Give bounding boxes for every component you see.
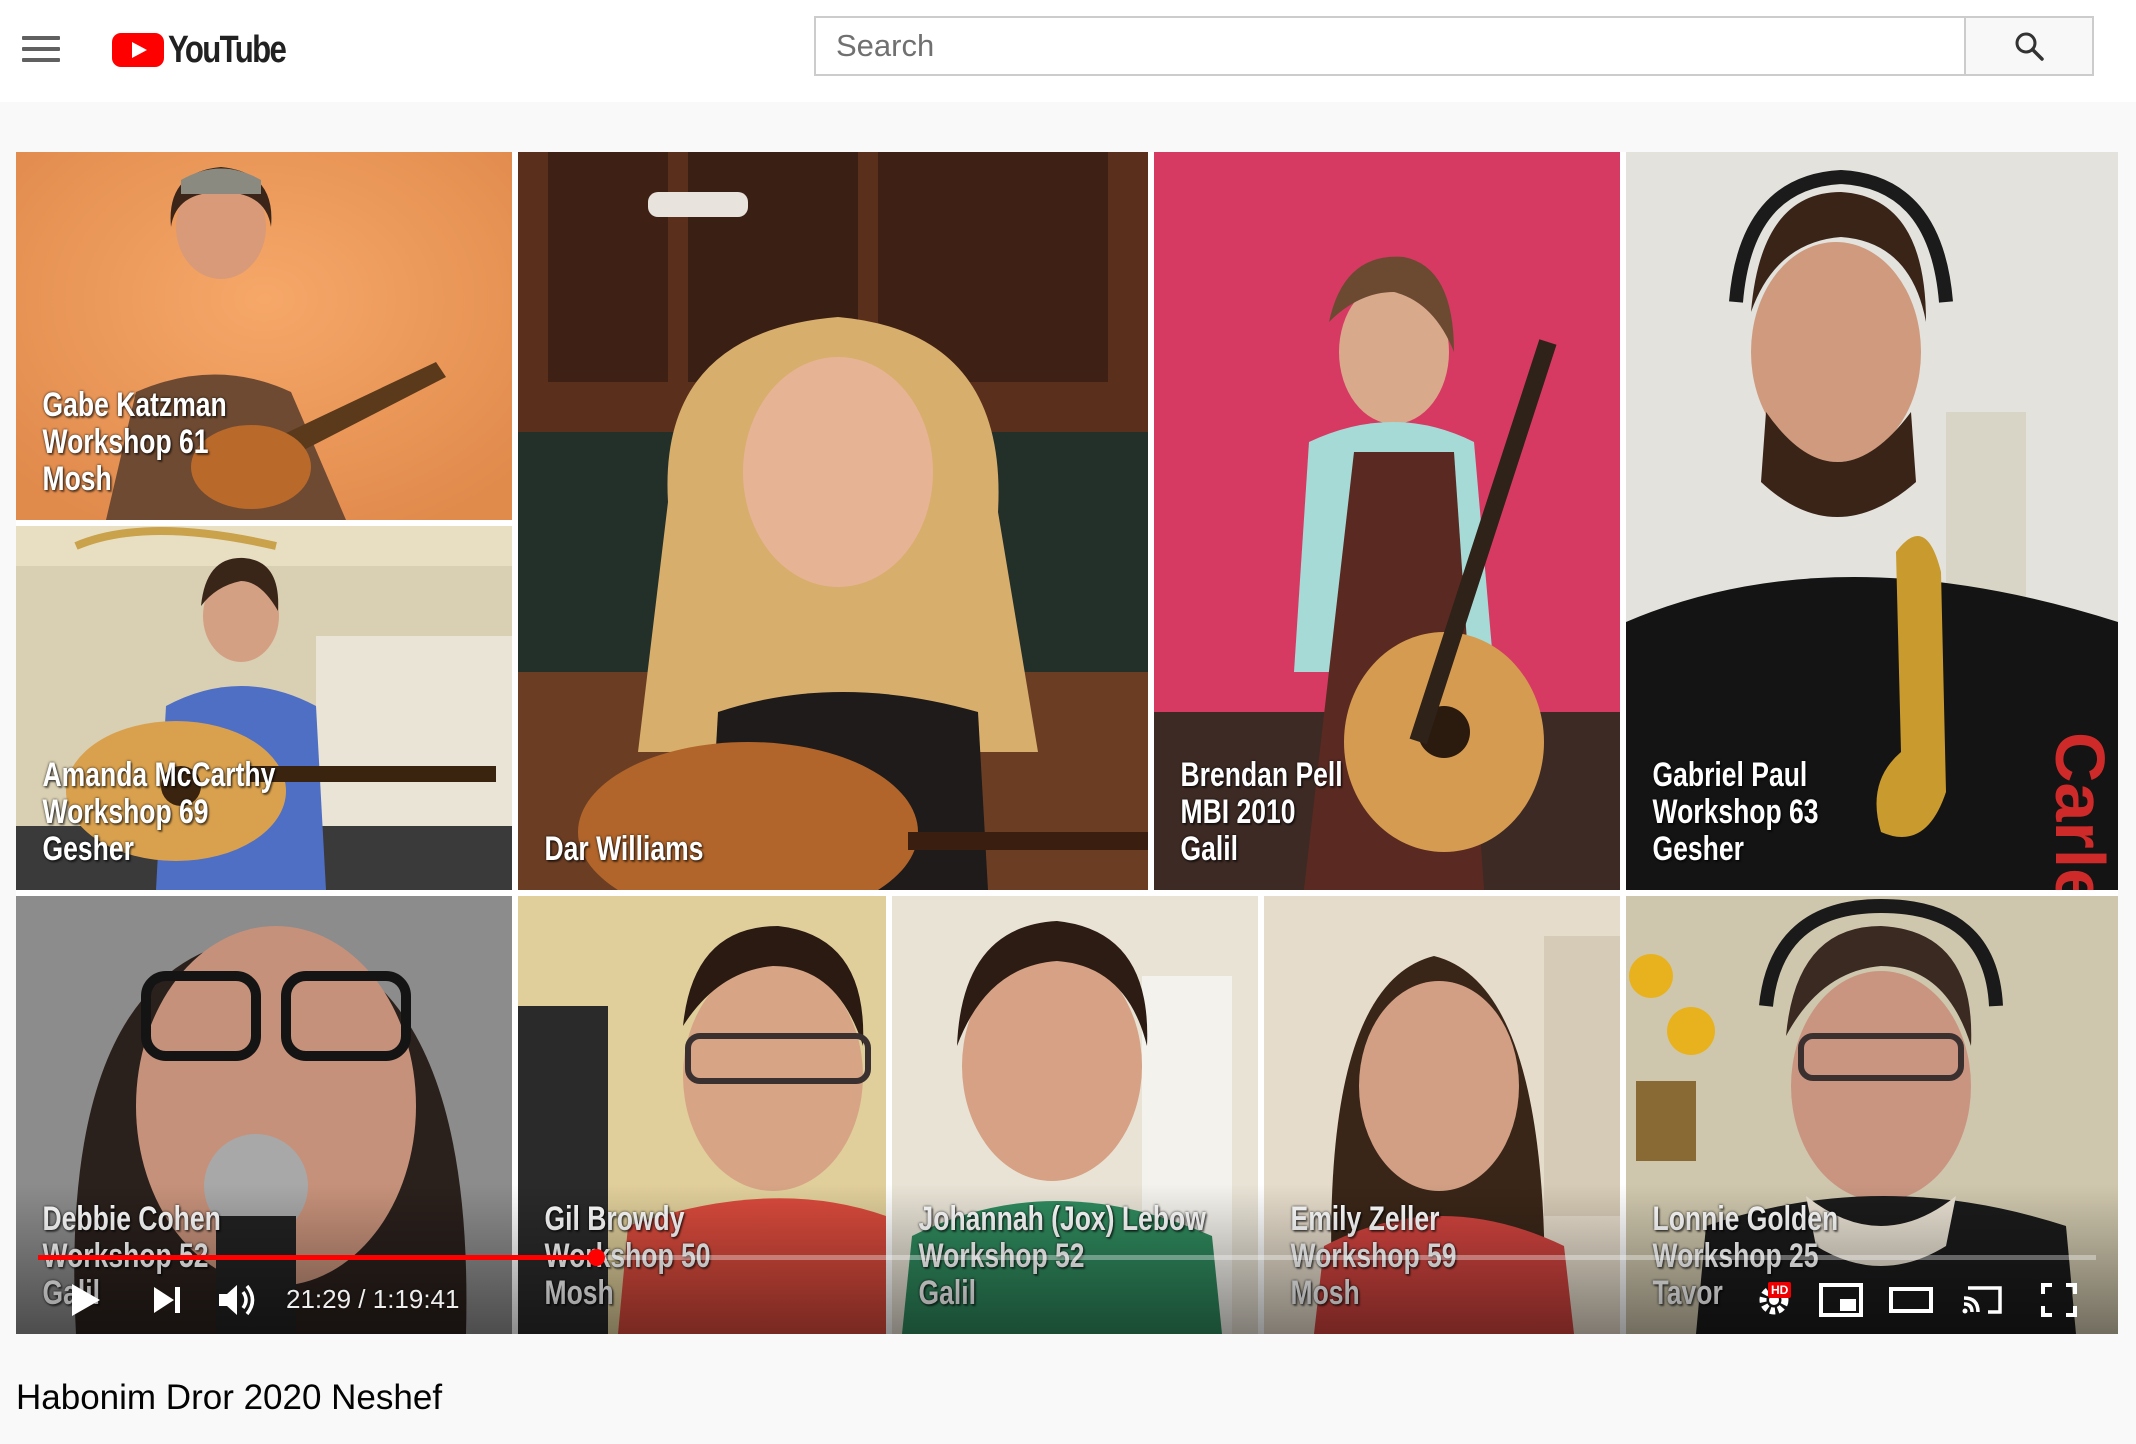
- youtube-logo[interactable]: YouTube: [112, 28, 311, 72]
- participant-tile: Emily Zeller Workshop 59 Mosh: [1264, 896, 1620, 1334]
- progress-played: [38, 1255, 596, 1260]
- progress-bar[interactable]: [38, 1249, 2096, 1266]
- cast-icon: [1962, 1286, 2002, 1314]
- participant-tile: Johannah (Jox) Lebow Workshop 52 Galil: [892, 896, 1258, 1334]
- search-button[interactable]: [1964, 16, 2094, 76]
- cast-button[interactable]: [1960, 1270, 2006, 1330]
- masthead: YouTube: [0, 0, 2136, 102]
- search-input[interactable]: [816, 18, 1964, 74]
- participant-tile: Gil Browdy Workshop 50 Mosh: [518, 896, 886, 1334]
- hd-badge: HD: [1768, 1282, 1792, 1298]
- search-box: [814, 16, 1964, 76]
- participant-tile: Amanda McCarthy Workshop 69 Gesher: [16, 526, 512, 890]
- fullscreen-button[interactable]: [2040, 1270, 2078, 1330]
- play-icon: [72, 1284, 100, 1316]
- search-icon: [2015, 32, 2044, 61]
- youtube-logo-icon: [112, 33, 164, 67]
- participant-tile: Debbie Cohen Workshop 52 Galil: [16, 896, 512, 1334]
- video-player[interactable]: Gabe Katzman Workshop 61 Mosh Amanda McCar…: [16, 152, 2118, 1334]
- participant-caption: Amanda McCarthy Workshop 69 Gesher: [42, 756, 276, 868]
- volume-button[interactable]: [216, 1270, 260, 1330]
- next-icon: [154, 1287, 180, 1313]
- video-title: Habonim Dror 2020 Neshef: [16, 1378, 443, 1417]
- settings-button[interactable]: [1754, 1270, 1794, 1330]
- scrubber-handle[interactable]: [587, 1249, 605, 1266]
- participant-caption: Gabe Katzman Workshop 61 Mosh: [42, 386, 227, 498]
- play-button[interactable]: [68, 1270, 104, 1330]
- next-button[interactable]: [150, 1270, 184, 1330]
- participant-tile: Dar Williams: [518, 152, 1148, 890]
- shirt-text: Carle: [2041, 732, 2118, 890]
- participant-caption: Brendan Pell MBI 2010 Galil: [1180, 756, 1343, 868]
- theater-mode-button[interactable]: [1888, 1270, 1934, 1330]
- youtube-logo-text: YouTube: [168, 28, 287, 71]
- volume-icon: [219, 1284, 255, 1316]
- participant-tile: Brendan Pell MBI 2010 Galil: [1154, 152, 1620, 890]
- participant-tile: Lonnie Golden Workshop 25 Tavor: [1626, 896, 2118, 1334]
- participant-video: [518, 152, 1148, 890]
- menu-icon[interactable]: [22, 36, 60, 66]
- fullscreen-icon: [2041, 1283, 2077, 1317]
- miniplayer-button[interactable]: [1818, 1270, 1864, 1330]
- participant-caption: Gabriel Paul Workshop 63 Gesher: [1652, 756, 1819, 868]
- participant-tile: Gabe Katzman Workshop 61 Mosh: [16, 152, 512, 520]
- time-display: 21:29 / 1:19:41: [286, 1284, 460, 1314]
- participant-tile: Carle Gabriel Paul Workshop 63 Gesher: [1626, 152, 2118, 890]
- participant-caption: Dar Williams: [544, 830, 704, 868]
- theater-icon: [1889, 1287, 1933, 1313]
- miniplayer-icon: [1819, 1283, 1863, 1317]
